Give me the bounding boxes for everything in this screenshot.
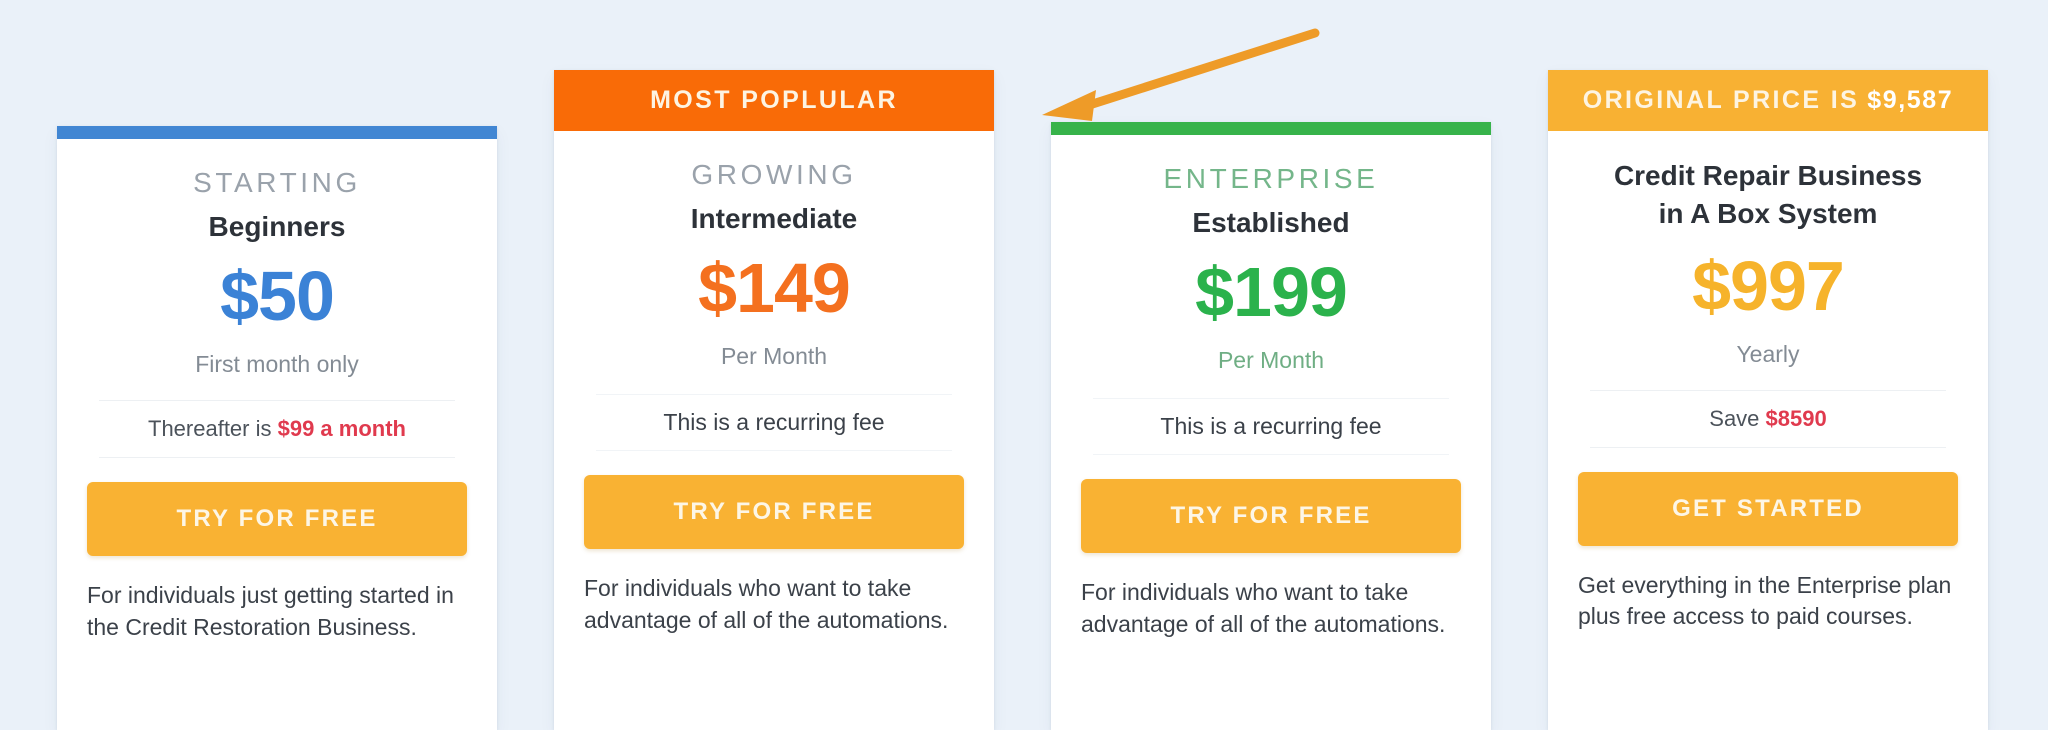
pricing-card-business-in-a-box[interactable]: ORIGINAL PRICE IS $9,587 Credit Repair B… — [1548, 70, 1988, 730]
plan-note-accent: $8590 — [1765, 405, 1827, 431]
original-price-banner-label: ORIGINAL PRICE IS — [1582, 86, 1860, 114]
plan-note: Thereafter is $99 a month — [99, 400, 455, 458]
tier-name: Beginners — [208, 211, 346, 242]
plan-price: $149 — [698, 249, 851, 327]
tier-label: GROWING — [691, 159, 857, 190]
plan-note: This is a recurring fee — [1093, 398, 1449, 455]
plan-note-prefix: Save — [1709, 405, 1766, 431]
pricing-table: STARTING Beginners $50 First month only … — [0, 0, 2048, 730]
plan-period: Per Month — [720, 343, 828, 369]
plan-period: Per Month — [1217, 347, 1325, 373]
pricing-card-starting[interactable]: STARTING Beginners $50 First month only … — [57, 126, 497, 730]
plan-period: First month only — [195, 351, 359, 377]
plan-price: $997 — [1692, 246, 1845, 325]
get-started-button[interactable]: GET STARTED — [1578, 471, 1958, 546]
original-price-banner-value: $9,587 — [1867, 86, 1954, 114]
plan-note: This is a recurring fee — [596, 394, 952, 451]
card-accent-bar — [57, 126, 497, 139]
plan-period: Yearly — [1736, 340, 1800, 367]
pricing-card-enterprise[interactable]: ENTERPRISE Established $199 Per Month Th… — [1051, 122, 1491, 730]
plan-description: Get everything in the Enterprise plan pl… — [1578, 571, 1952, 630]
plan-headline-line2: in A Box System — [1658, 197, 1878, 229]
plan-note-accent: $99 a month — [277, 416, 406, 441]
plan-description: For individuals who want to take advanta… — [584, 575, 949, 633]
original-price-banner: ORIGINAL PRICE IS $9,587 — [1548, 70, 1988, 131]
card-accent-bar — [1051, 122, 1491, 135]
card-body: Credit Repair Business in A Box System $… — [1548, 157, 1988, 633]
plan-description: For individuals just getting started in … — [87, 582, 454, 640]
tier-label: STARTING — [193, 167, 361, 198]
most-popular-banner: MOST POPLULAR — [554, 70, 994, 131]
plan-headline-line1: Credit Repair Business — [1613, 160, 1923, 191]
plan-note: Save $8590 — [1590, 389, 1946, 448]
plan-note-prefix: Thereafter is — [148, 416, 278, 441]
tier-label: ENTERPRISE — [1163, 163, 1379, 194]
card-body: ENTERPRISE Established $199 Per Month Th… — [1051, 163, 1491, 640]
try-for-free-button[interactable]: TRY FOR FREE — [584, 475, 964, 549]
arrow-left-icon — [1042, 28, 1320, 121]
card-body: GROWING Intermediate $149 Per Month This… — [554, 159, 994, 636]
plan-description: For individuals who want to take advanta… — [1081, 579, 1446, 637]
pricing-card-growing[interactable]: MOST POPLULAR GROWING Intermediate $149 … — [554, 70, 994, 730]
plan-headline: Credit Repair Business in A Box System — [1578, 157, 1958, 233]
plan-price: $199 — [1195, 253, 1348, 331]
try-for-free-button[interactable]: TRY FOR FREE — [87, 482, 467, 556]
card-body: STARTING Beginners $50 First month only … — [57, 167, 497, 643]
plan-price: $50 — [220, 257, 335, 335]
try-for-free-button[interactable]: TRY FOR FREE — [1081, 479, 1461, 553]
tier-name: Established — [1192, 207, 1350, 238]
tier-name: Intermediate — [690, 203, 858, 234]
